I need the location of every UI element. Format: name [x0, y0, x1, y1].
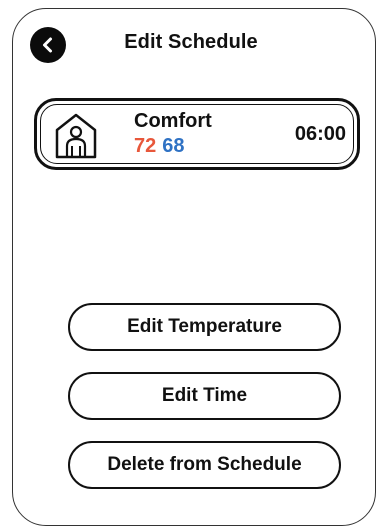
- schedule-entry-card[interactable]: Comfort 72 68 06:00: [34, 98, 360, 170]
- mode-name: Comfort: [134, 110, 212, 132]
- page-title: Edit Schedule: [124, 31, 258, 53]
- edit-time-button[interactable]: Edit Time: [68, 372, 341, 420]
- cool-setpoint: 68: [162, 135, 185, 157]
- edit-temperature-button[interactable]: Edit Temperature: [68, 303, 341, 351]
- setpoints: 72 68: [134, 134, 185, 158]
- heat-setpoint: 72: [134, 135, 157, 157]
- schedule-time: 06:00: [294, 123, 346, 145]
- person-in-house-icon: [54, 112, 98, 160]
- delete-from-schedule-button[interactable]: Delete from Schedule: [68, 441, 341, 489]
